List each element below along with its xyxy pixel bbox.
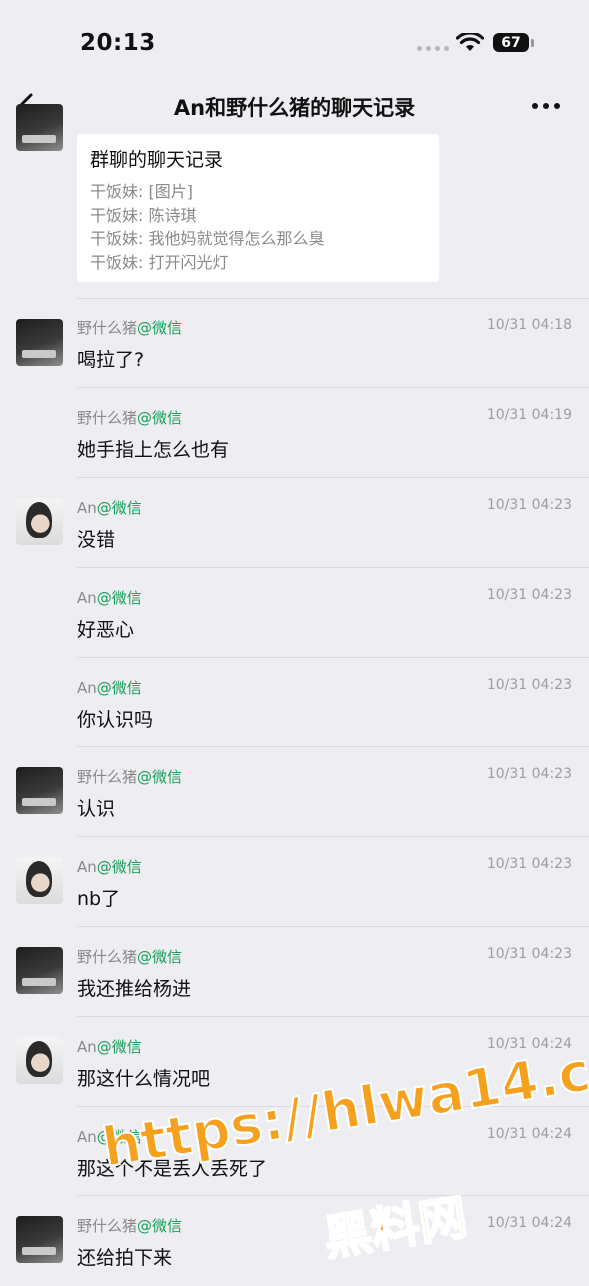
more-options-icon[interactable] xyxy=(532,103,560,109)
sender-tag: @微信 xyxy=(96,1038,142,1056)
sender-name: 野什么猪 xyxy=(77,409,138,427)
avatar[interactable] xyxy=(16,767,63,814)
message-text: nb了 xyxy=(77,888,121,910)
battery-tip xyxy=(531,39,534,47)
sender: 野什么猪@微信 xyxy=(77,317,182,338)
message-text: 还给拍下来 xyxy=(77,1247,173,1269)
message-time: 10/31 04:23 xyxy=(486,587,572,603)
sender-name: 野什么猪 xyxy=(77,768,138,786)
sender: An@微信 xyxy=(77,677,142,698)
sender: 野什么猪@微信 xyxy=(77,1215,182,1236)
message-time: 10/31 04:23 xyxy=(486,766,572,782)
avatar[interactable] xyxy=(16,319,63,366)
sender-name: An xyxy=(77,1128,97,1146)
card-line: 干饭妹: 陈诗琪 xyxy=(90,205,197,225)
message-item[interactable]: 野什么猪@微信 10/31 04:24 还给拍下来 xyxy=(0,1196,589,1286)
sender-tag: @微信 xyxy=(96,499,142,517)
sender: An@微信 xyxy=(77,497,142,518)
card-preview: 干饭妹: [图片] 干饭妹: 陈诗琪 干饭妹: 我他妈就觉得怎么那么臭 干饭妹:… xyxy=(90,180,324,274)
sender-name: An xyxy=(77,679,97,697)
sender-tag: @微信 xyxy=(137,948,183,966)
sender-tag: @微信 xyxy=(96,679,142,697)
sender-name: An xyxy=(77,1038,97,1056)
message-text: 你认识吗 xyxy=(77,709,154,731)
sender: An@微信 xyxy=(77,856,142,877)
message-text: 我还推给杨进 xyxy=(77,978,192,1000)
message-time: 10/31 04:18 xyxy=(486,317,572,333)
message-time: 10/31 04:24 xyxy=(486,1126,572,1142)
message-text: 那这什么情况吧 xyxy=(77,1068,211,1090)
sender-name: 野什么猪 xyxy=(77,1217,138,1235)
page-title: An和野什么猪的聊天记录 xyxy=(173,96,416,120)
sender: An@微信 xyxy=(77,587,142,608)
message-item[interactable]: 野什么猪@微信 10/31 04:18 喝拉了? xyxy=(0,298,589,388)
message-time: 10/31 04:23 xyxy=(486,677,572,693)
battery-level: 67 xyxy=(501,34,521,51)
avatar[interactable] xyxy=(16,498,63,545)
status-bar: 20:13 67 xyxy=(0,0,589,78)
message-time: 10/31 04:23 xyxy=(486,946,572,962)
forwarded-chat-card[interactable]: 群聊的聊天记录 干饭妹: [图片] 干饭妹: 陈诗琪 干饭妹: 我他妈就觉得怎么… xyxy=(77,134,439,282)
avatar[interactable] xyxy=(16,104,63,151)
avatar[interactable] xyxy=(16,1037,63,1084)
message-time: 10/31 04:19 xyxy=(486,407,572,423)
battery-icon: 67 xyxy=(493,33,529,52)
message-item[interactable]: An@微信 10/31 04:23 没错 xyxy=(0,478,589,568)
message-time: 10/31 04:23 xyxy=(486,497,572,513)
sender-name: 野什么猪 xyxy=(77,948,138,966)
message-item[interactable]: 野什么猪@微信 10/31 04:23 我还推给杨进 xyxy=(0,927,589,1017)
message-item[interactable]: 野什么猪@微信 10/31 04:23 认识 xyxy=(0,747,589,837)
message-text: 喝拉了? xyxy=(77,349,145,371)
wifi-icon xyxy=(456,33,484,51)
avatar[interactable] xyxy=(16,857,63,904)
sender: An@微信 xyxy=(77,1036,142,1057)
message-text: 好恶心 xyxy=(77,619,135,641)
nav-bar: An和野什么猪的聊天记录 xyxy=(0,78,589,134)
message-item[interactable]: 野什么猪@微信 10/31 04:19 她手指上怎么也有 xyxy=(0,388,589,478)
message-text: 认识 xyxy=(77,798,116,820)
message-item[interactable]: An@微信 10/31 04:23 nb了 xyxy=(0,837,589,927)
sender-name: An xyxy=(77,589,97,607)
sender-tag: @微信 xyxy=(137,1217,183,1235)
signal-icon xyxy=(417,46,449,51)
message-time: 10/31 04:23 xyxy=(486,856,572,872)
sender: 野什么猪@微信 xyxy=(77,407,182,428)
card-line: 干饭妹: 我他妈就觉得怎么那么臭 xyxy=(90,229,325,248)
sender-name: An xyxy=(77,858,97,876)
sender-name: An xyxy=(77,499,97,517)
message-item[interactable]: An@微信 10/31 04:23 好恶心 xyxy=(0,568,589,658)
avatar[interactable] xyxy=(16,1216,63,1263)
clock: 20:13 xyxy=(80,30,156,56)
card-line: 干饭妹: [图片] xyxy=(90,182,193,201)
sender-tag: @微信 xyxy=(96,589,142,607)
message-item[interactable]: An@微信 10/31 04:23 你认识吗 xyxy=(0,658,589,748)
sender-tag: @微信 xyxy=(137,768,183,786)
sender-tag: @微信 xyxy=(137,409,183,427)
sender-tag: @微信 xyxy=(96,858,142,876)
sender-name: 野什么猪 xyxy=(77,319,138,337)
card-line: 干饭妹: 打开闪光灯 xyxy=(90,252,229,272)
sender: 野什么猪@微信 xyxy=(77,946,182,967)
card-title: 群聊的聊天记录 xyxy=(90,149,224,171)
message-text: 没错 xyxy=(77,529,116,551)
message-time: 10/31 04:24 xyxy=(486,1215,572,1231)
message-text: 她手指上怎么也有 xyxy=(77,439,230,461)
sender-tag: @微信 xyxy=(137,319,183,337)
avatar[interactable] xyxy=(16,947,63,994)
sender: 野什么猪@微信 xyxy=(77,766,182,787)
